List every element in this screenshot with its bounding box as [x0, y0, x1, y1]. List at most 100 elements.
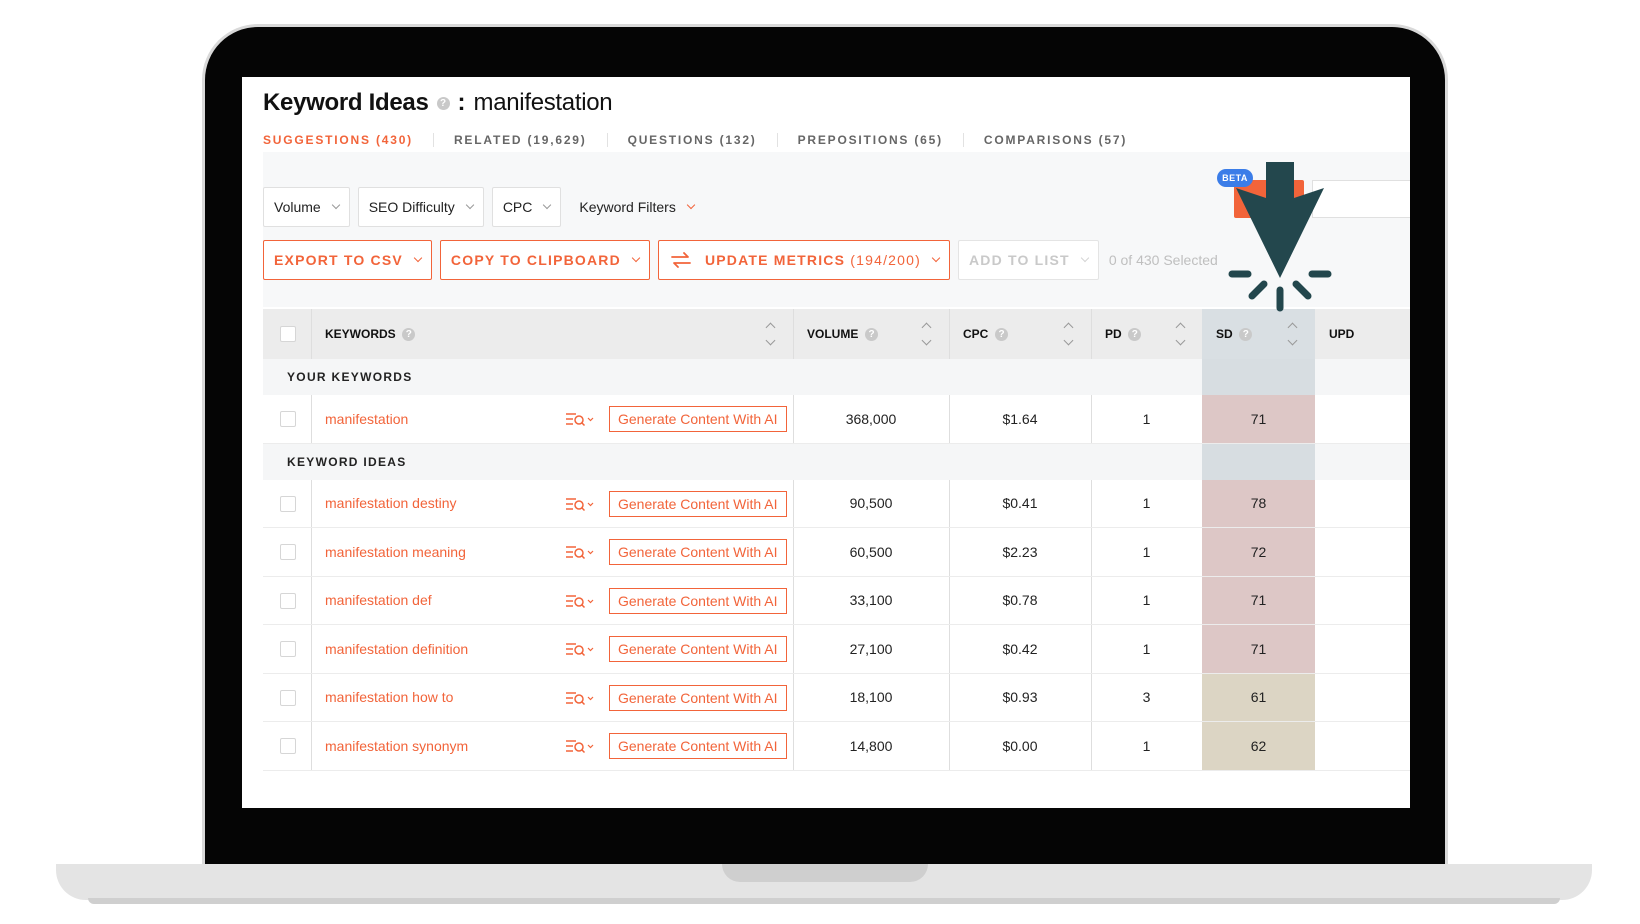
keyword-link[interactable]: manifestation synonym	[325, 722, 468, 770]
keyword-link[interactable]: manifestation definition	[325, 625, 468, 673]
add-to-list-button[interactable]: ADD TO LIST	[957, 240, 1099, 280]
sd-cell: 71	[1250, 592, 1267, 609]
serp-analysis-icon[interactable]	[565, 544, 595, 560]
search-term: manifestation	[473, 89, 613, 116]
row-checkbox[interactable]	[280, 641, 296, 657]
keyword-link[interactable]: manifestation destiny	[325, 480, 457, 528]
serp-analysis-icon[interactable]	[565, 690, 595, 706]
tab-related[interactable]: RELATED (19,629)	[454, 133, 608, 147]
help-icon[interactable]: ?	[402, 327, 416, 341]
table-row: manifestation destiny Generate Content Wi…	[263, 479, 1410, 528]
keyword-ideas-section: KEYWORD IDEAS	[263, 443, 1410, 480]
help-icon[interactable]: ?	[1239, 327, 1253, 341]
table-row: manifestation Generate Content With AI 368…	[263, 395, 1410, 444]
serp-analysis-icon[interactable]	[565, 593, 595, 609]
keyword-link[interactable]: manifestation meaning	[325, 528, 466, 576]
export-csv-button[interactable]: EXPORT TO CSV	[263, 240, 432, 280]
tab-bar: SUGGESTIONS (430) RELATED (19,629) QUEST…	[263, 133, 1167, 147]
chevron-down-icon	[465, 200, 475, 210]
table-row: manifestation how to Generate Content Wit…	[263, 673, 1410, 722]
sd-cell: 72	[1250, 543, 1267, 560]
column-divider	[1091, 309, 1092, 359]
generate-content-button[interactable]: Generate Content With AI	[609, 539, 787, 565]
row-checkbox[interactable]	[280, 544, 296, 560]
column-divider	[949, 309, 950, 359]
seo-difficulty-filter[interactable]: SEO Difficulty	[357, 187, 484, 227]
copy-clipboard-button[interactable]: COPY TO CLIPBOARD	[439, 240, 650, 280]
page-title-text: Keyword Ideas	[263, 89, 429, 116]
keyword-filters-label: Keyword Filters	[579, 199, 676, 215]
add-to-list-label: ADD TO LIST	[968, 252, 1070, 268]
sort-icon[interactable]	[765, 321, 775, 347]
keyword-link[interactable]: manifestation def	[325, 577, 432, 625]
sort-icon[interactable]	[1063, 321, 1073, 347]
generate-content-button[interactable]: Generate Content With AI	[609, 406, 787, 432]
pd-cell: 1	[1142, 737, 1151, 754]
update-metrics-button[interactable]: UPDATE METRICS (194/200)	[657, 240, 950, 280]
pd-cell: 1	[1142, 495, 1151, 512]
tab-questions[interactable]: QUESTIONS (132)	[628, 133, 778, 147]
your-keywords-section: YOUR KEYWORDS	[263, 359, 1410, 395]
row-checkbox[interactable]	[280, 738, 296, 754]
help-icon[interactable]: ?	[1128, 327, 1142, 341]
table-row: manifestation definition Generate Content…	[263, 625, 1410, 674]
sd-cell: 62	[1250, 737, 1267, 754]
pd-header-label: PD	[1105, 327, 1122, 341]
generate-content-button[interactable]: Generate Content With AI	[609, 490, 787, 517]
title-separator: :	[457, 89, 466, 116]
column-divider	[311, 479, 312, 527]
sort-icon[interactable]	[921, 321, 931, 347]
column-divider	[793, 309, 794, 359]
help-icon[interactable]: ?	[436, 96, 450, 110]
pd-cell: 1	[1142, 592, 1151, 609]
cpc-cell: $0.93	[1002, 689, 1038, 706]
sd-column-band	[1202, 359, 1315, 395]
column-divider	[311, 673, 312, 721]
tab-suggestions[interactable]: SUGGESTIONS (430)	[263, 133, 434, 147]
column-divider	[311, 625, 312, 673]
select-all-checkbox[interactable]	[280, 326, 296, 342]
serp-analysis-icon[interactable]	[565, 411, 595, 427]
volume-header[interactable]: VOLUME ?	[807, 309, 879, 359]
cpc-header-label: CPC	[963, 327, 989, 341]
pd-header[interactable]: PD ?	[1105, 309, 1142, 359]
row-checkbox[interactable]	[280, 411, 296, 427]
keywords-header[interactable]: KEYWORDS ?	[325, 309, 416, 359]
column-divider	[311, 722, 312, 770]
volume-cell: 368,000	[845, 410, 897, 427]
selection-count: 0 of 430 Selected	[1108, 252, 1218, 268]
cpc-filter[interactable]: CPC	[491, 187, 562, 227]
tab-prepositions[interactable]: PREPOSITIONS (65)	[798, 133, 964, 147]
row-checkbox[interactable]	[280, 592, 296, 609]
serp-analysis-icon[interactable]	[565, 641, 595, 657]
help-icon[interactable]: ?	[865, 327, 879, 341]
tab-comparisons[interactable]: COMPARISONS (57)	[984, 133, 1147, 147]
sd-header[interactable]: SD ?	[1216, 309, 1253, 359]
table-header: KEYWORDS ? VOLUME ? CPC ? PD ? SD ? UPD	[263, 309, 1410, 359]
row-checkbox[interactable]	[280, 495, 296, 512]
serp-analysis-icon[interactable]	[565, 496, 595, 512]
keyword-link[interactable]: manifestation	[325, 395, 408, 443]
generate-content-button[interactable]: Generate Content With AI	[609, 733, 787, 759]
cpc-cell: $0.00	[1002, 737, 1038, 754]
sd-column-band	[1202, 443, 1315, 480]
sort-icon[interactable]	[1287, 321, 1297, 347]
sd-cell: 61	[1250, 689, 1267, 706]
your-keywords-rows: manifestation Generate Content With AI 368…	[263, 395, 1410, 444]
generate-content-button[interactable]: Generate Content With AI	[609, 636, 787, 662]
row-checkbox[interactable]	[280, 689, 296, 706]
help-icon[interactable]: ?	[995, 327, 1009, 341]
update-metrics-label: UPDATE METRICS (194/200)	[705, 252, 921, 268]
cpc-header[interactable]: CPC ?	[963, 309, 1009, 359]
keyword-filters-dropdown[interactable]: Keyword Filters	[569, 187, 703, 227]
serp-analysis-icon[interactable]	[565, 738, 595, 754]
keyword-link[interactable]: manifestation how to	[325, 674, 453, 722]
volume-filter[interactable]: Volume	[263, 187, 350, 227]
generate-content-button[interactable]: Generate Content With AI	[609, 684, 787, 711]
sd-cell: 78	[1250, 495, 1267, 512]
sd-cell: 71	[1250, 640, 1267, 657]
sort-icon[interactable]	[1175, 321, 1185, 347]
generate-content-button[interactable]: Generate Content With AI	[609, 587, 787, 614]
chevron-down-icon	[331, 200, 340, 210]
upd-header[interactable]: UPD	[1329, 309, 1354, 359]
